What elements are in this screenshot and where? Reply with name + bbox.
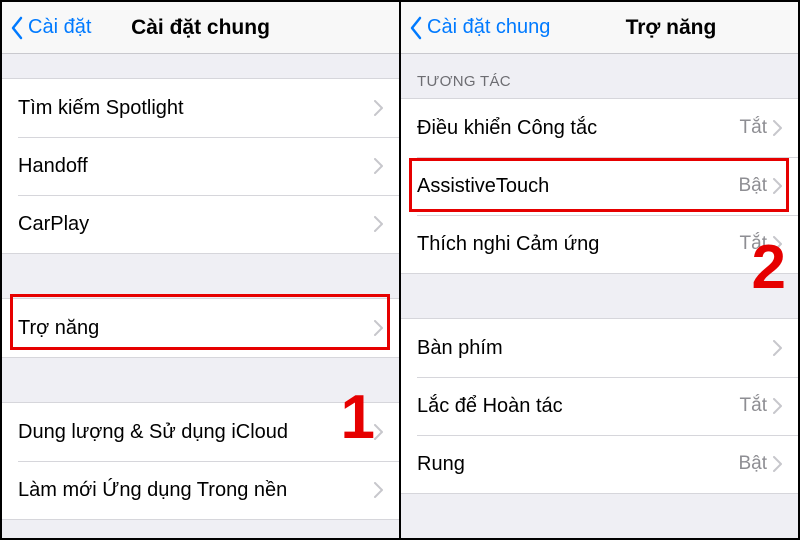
- row-vibration[interactable]: Rung Bật: [401, 435, 798, 493]
- chevron-right-icon: [773, 236, 782, 252]
- group-storage-refresh: Dung lượng & Sử dụng iCloud Làm mới Ứng …: [2, 402, 399, 520]
- nav-title: Trợ năng: [626, 16, 717, 40]
- back-label: Cài đặt chung: [427, 16, 550, 39]
- chevron-right-icon: [374, 482, 383, 498]
- navbar: Cài đặt chung Trợ năng: [401, 2, 798, 54]
- back-label: Cài đặt: [28, 16, 91, 39]
- row-label: Dung lượng & Sử dụng iCloud: [18, 421, 374, 444]
- chevron-right-icon: [773, 120, 782, 136]
- chevron-right-icon: [374, 216, 383, 232]
- chevron-right-icon: [374, 158, 383, 174]
- group-interaction: Điều khiển Công tắc Tắt AssistiveTouch B…: [401, 98, 798, 274]
- nav-title: Cài đặt chung: [131, 16, 270, 40]
- row-label: Tìm kiếm Spotlight: [18, 97, 374, 120]
- pane-general-settings: Cài đặt Cài đặt chung Tìm kiếm Spotlight…: [2, 2, 399, 538]
- spacer: [2, 254, 399, 298]
- row-carplay[interactable]: CarPlay: [2, 195, 399, 253]
- row-label: Trợ năng: [18, 317, 374, 340]
- row-status: Tắt: [740, 233, 767, 255]
- chevron-right-icon: [773, 340, 782, 356]
- row-handoff[interactable]: Handoff: [2, 137, 399, 195]
- row-icloud-storage[interactable]: Dung lượng & Sử dụng iCloud: [2, 403, 399, 461]
- row-label: Làm mới Ứng dụng Trong nền: [18, 479, 374, 502]
- row-label: AssistiveTouch: [417, 175, 738, 198]
- row-background-refresh[interactable]: Làm mới Ứng dụng Trong nền: [2, 461, 399, 519]
- row-spotlight[interactable]: Tìm kiếm Spotlight: [2, 79, 399, 137]
- group-accessibility: Trợ năng: [2, 298, 399, 358]
- spacer: [2, 358, 399, 402]
- navbar: Cài đặt Cài đặt chung: [2, 2, 399, 54]
- chevron-right-icon: [374, 424, 383, 440]
- row-keyboard[interactable]: Bàn phím: [401, 319, 798, 377]
- row-label: CarPlay: [18, 213, 374, 236]
- chevron-right-icon: [773, 178, 782, 194]
- row-assistivetouch[interactable]: AssistiveTouch Bật: [401, 157, 798, 215]
- row-shake-undo[interactable]: Lắc để Hoàn tác Tắt: [401, 377, 798, 435]
- row-touch-accommodations[interactable]: Thích nghi Cảm ứng Tắt: [401, 215, 798, 273]
- row-label: Handoff: [18, 155, 374, 178]
- row-label: Rung: [417, 453, 738, 476]
- chevron-left-icon: [409, 16, 423, 40]
- row-label: Thích nghi Cảm ứng: [417, 233, 740, 256]
- group-input: Bàn phím Lắc để Hoàn tác Tắt Rung Bật: [401, 318, 798, 494]
- back-button[interactable]: Cài đặt chung: [409, 16, 550, 40]
- row-status: Tắt: [740, 395, 767, 417]
- row-switch-control[interactable]: Điều khiển Công tắc Tắt: [401, 99, 798, 157]
- chevron-right-icon: [374, 320, 383, 336]
- spacer: [401, 274, 798, 318]
- row-label: Lắc để Hoàn tác: [417, 395, 740, 418]
- row-status: Tắt: [740, 117, 767, 139]
- row-status: Bật: [738, 453, 767, 475]
- spacer: [2, 54, 399, 78]
- back-button[interactable]: Cài đặt: [10, 16, 91, 40]
- group-spotlight-handoff-carplay: Tìm kiếm Spotlight Handoff CarPlay: [2, 78, 399, 254]
- row-label: Điều khiển Công tắc: [417, 117, 740, 140]
- chevron-right-icon: [374, 100, 383, 116]
- chevron-left-icon: [10, 16, 24, 40]
- chevron-right-icon: [773, 398, 782, 414]
- chevron-right-icon: [773, 456, 782, 472]
- section-header-interaction: TƯƠNG TÁC: [401, 54, 798, 98]
- pane-accessibility: Cài đặt chung Trợ năng TƯƠNG TÁC Điều kh…: [399, 2, 798, 538]
- row-status: Bật: [738, 175, 767, 197]
- row-label: Bàn phím: [417, 337, 767, 360]
- row-accessibility[interactable]: Trợ năng: [2, 299, 399, 357]
